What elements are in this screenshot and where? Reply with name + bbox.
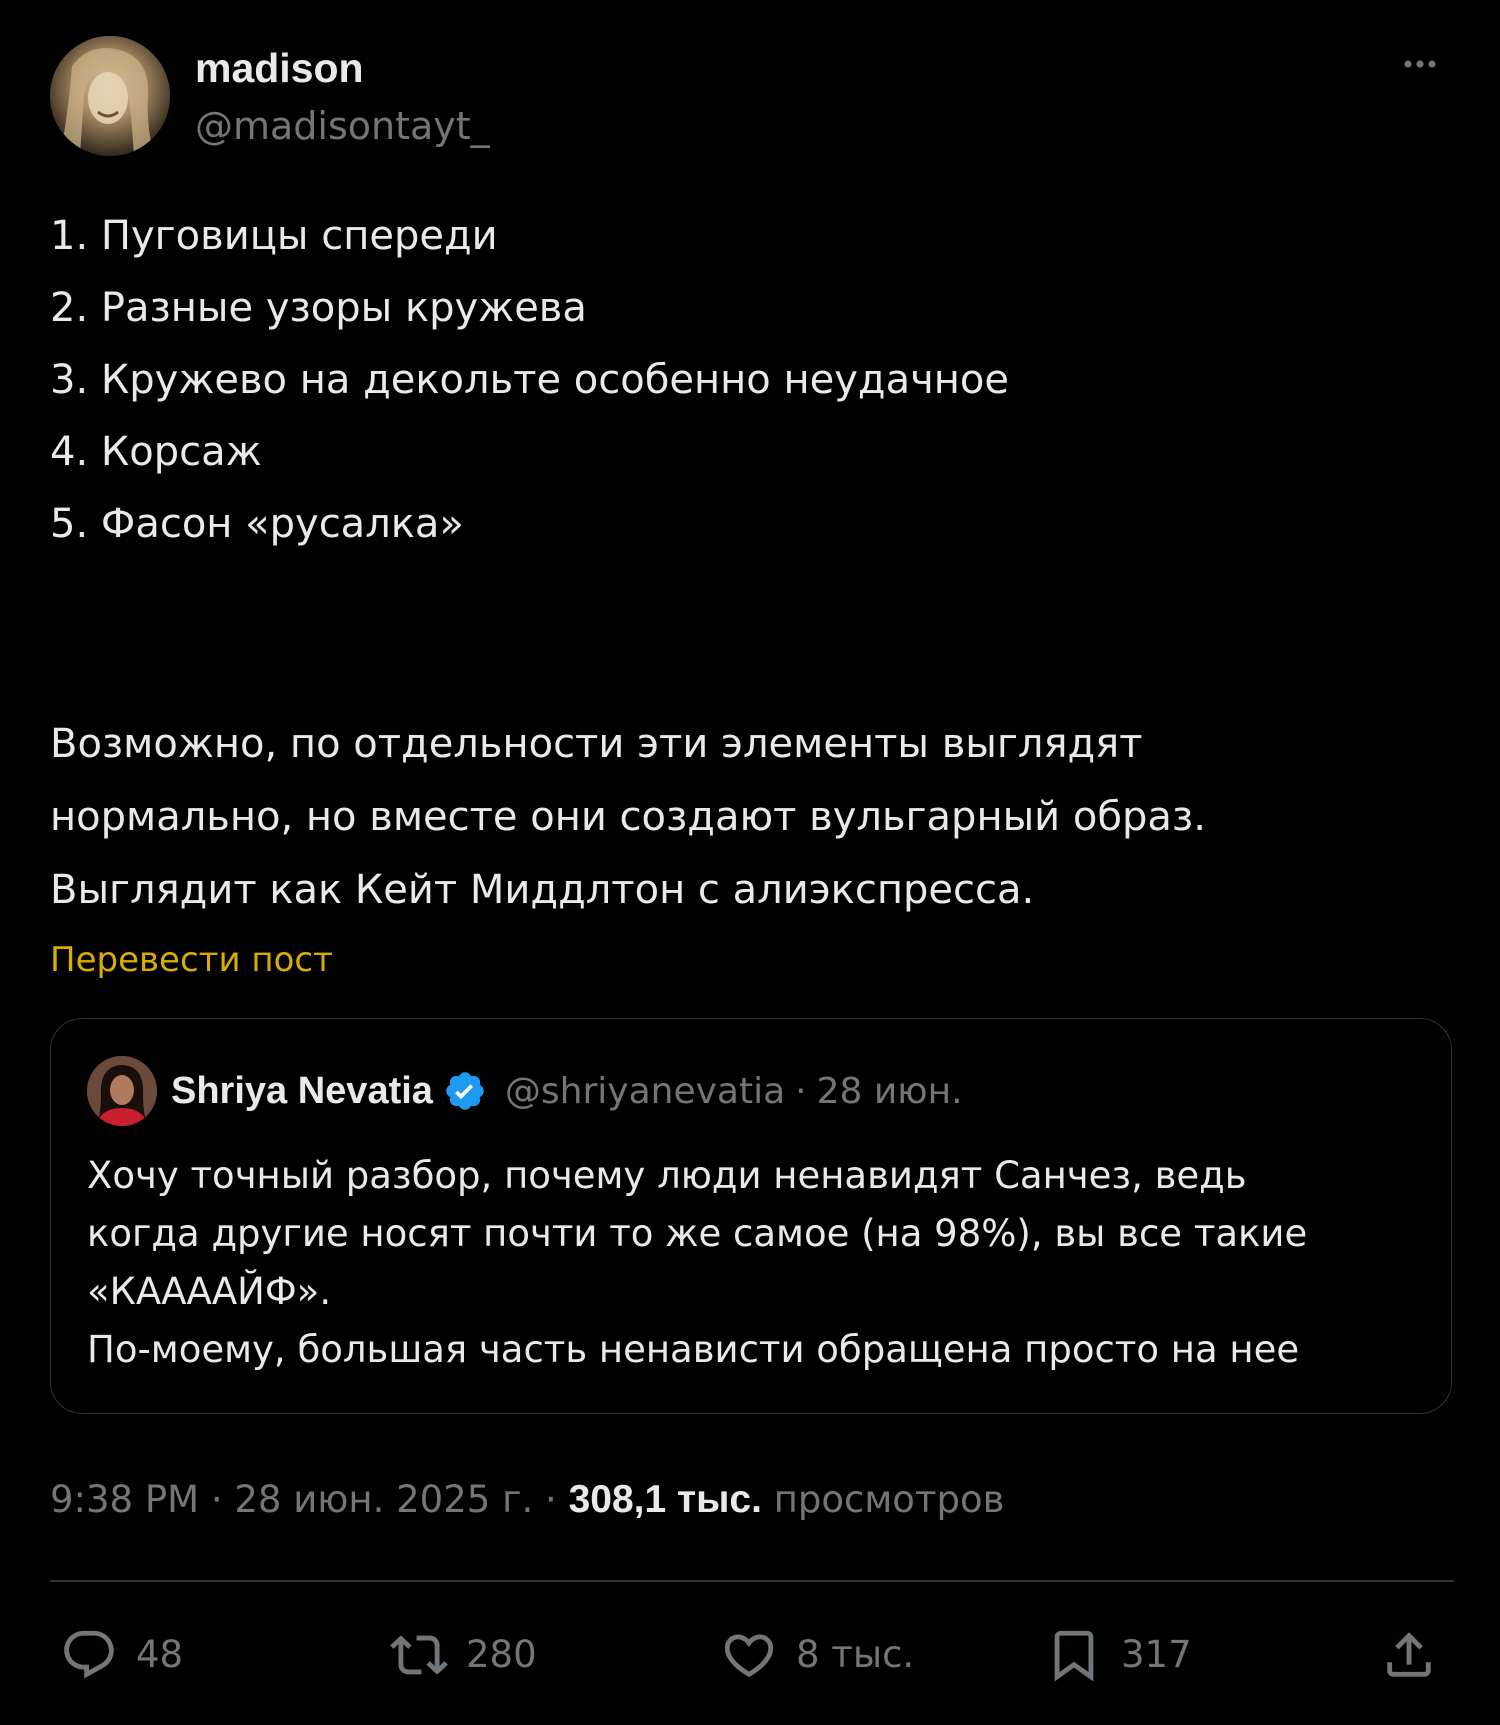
views-count[interactable]: 308,1 тыс. [569, 1478, 762, 1521]
quoted-avatar-image [87, 1056, 157, 1126]
quoted-text: Хочу точный разбор, почему люди ненавидя… [87, 1147, 1417, 1379]
repost-icon [390, 1635, 448, 1675]
more-horizontal-icon [1404, 60, 1436, 68]
separator-dot: · [210, 1478, 223, 1521]
tweet-header: madison @madisontayt_ [50, 36, 1450, 156]
avatar[interactable] [50, 36, 170, 156]
translate-post-link[interactable]: Перевести пост [50, 936, 333, 984]
repost-button[interactable]: 280 [390, 1620, 537, 1690]
post-time[interactable]: 9:38 PM [50, 1478, 199, 1521]
quoted-handle[interactable]: @shriyanevatia [505, 1071, 785, 1112]
bookmark-button[interactable]: 317 [1045, 1620, 1192, 1690]
more-options-button[interactable] [1390, 44, 1450, 84]
post-list: 1. Пуговицы спереди 2. Разные узоры круж… [50, 200, 1430, 560]
post-paragraph: Возможно, по отдельности эти элементы вы… [50, 708, 1430, 927]
quoted-post-header: Shriya Nevatia @shriyanevatia · 28 июн. [87, 1055, 963, 1127]
bookmark-icon [1054, 1630, 1094, 1682]
bookmark-count: 317 [1121, 1633, 1192, 1676]
reply-button[interactable]: 48 [60, 1620, 183, 1690]
quoted-post[interactable]: Shriya Nevatia @shriyanevatia · 28 июн. … [50, 1018, 1452, 1414]
author-display-name[interactable]: madison [195, 44, 490, 92]
quoted-date[interactable]: 28 июн. [817, 1071, 963, 1112]
list-item: 4. Корсаж [50, 429, 262, 475]
author-info: madison @madisontayt_ [195, 44, 490, 150]
quoted-display-name[interactable]: Shriya Nevatia [171, 1070, 433, 1113]
action-bar: 48 280 8 тыс. 317 [50, 1620, 1450, 1690]
paragraph-line: Возможно, по отдельности эти элементы вы… [50, 721, 1143, 767]
author-handle[interactable]: @madisontayt_ [195, 102, 490, 150]
repost-count: 280 [466, 1633, 537, 1676]
divider [50, 1580, 1454, 1582]
like-count: 8 тыс. [796, 1633, 915, 1676]
paragraph-line: Выглядит как Кейт Миддлтон с алиэкспресс… [50, 867, 1035, 913]
quoted-text-line: Хочу точный разбор, почему люди ненавидя… [87, 1154, 1247, 1197]
tweet: madison @madisontayt_ 1. Пуговицы сперед… [0, 0, 1500, 1725]
post-date[interactable]: 28 июн. 2025 г. [234, 1478, 533, 1521]
share-icon [1387, 1632, 1431, 1677]
reply-icon [64, 1630, 114, 1679]
quoted-text-line: «КААААЙФ». [87, 1270, 332, 1313]
views-label: просмотров [773, 1478, 1005, 1521]
quoted-text-line: По-моему, большая часть ненависти обраще… [87, 1328, 1300, 1371]
heart-icon [724, 1634, 774, 1678]
share-button[interactable] [1380, 1620, 1438, 1690]
avatar-image [50, 36, 170, 156]
list-item: 2. Разные узоры кружева [50, 285, 587, 331]
list-item: 1. Пуговицы спереди [50, 213, 498, 259]
separator-dot: · [795, 1070, 807, 1112]
post-meta: 9:38 PM · 28 июн. 2025 г. · 308,1 тыс. п… [50, 1470, 1004, 1530]
paragraph-line: нормально, но вместе они создают вульгар… [50, 794, 1206, 840]
reply-count: 48 [136, 1633, 184, 1676]
separator-dot: · [545, 1478, 557, 1521]
list-item: 3. Кружево на декольте особенно неудачно… [50, 357, 1009, 403]
like-button[interactable]: 8 тыс. [720, 1620, 914, 1690]
verified-badge-icon [443, 1069, 487, 1113]
list-item: 5. Фасон «русалка» [50, 501, 464, 547]
quoted-text-line: когда другие носят почти то же самое (на… [87, 1212, 1308, 1255]
quoted-avatar[interactable] [87, 1056, 157, 1126]
